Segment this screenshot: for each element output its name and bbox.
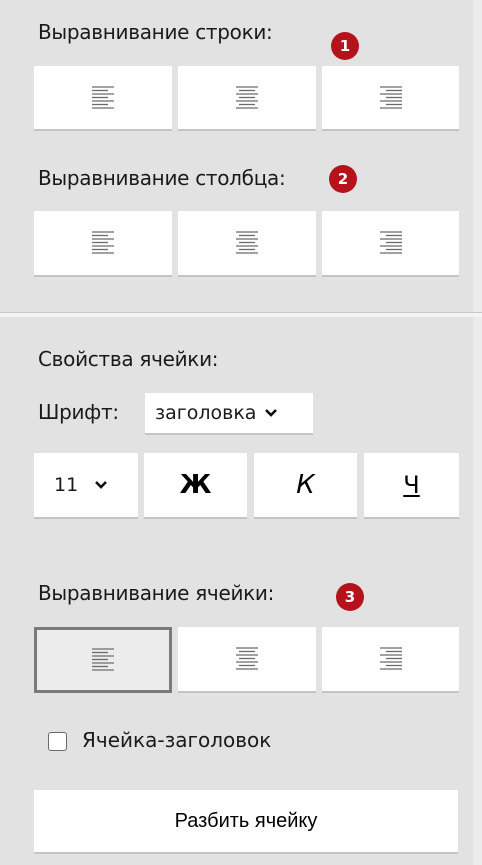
header-cell-checkbox[interactable] bbox=[48, 732, 67, 751]
font-size-select[interactable]: 11 bbox=[34, 453, 138, 519]
row-alignment-badge: 1 bbox=[331, 32, 359, 60]
align-center-icon bbox=[236, 647, 258, 670]
row-align-left-button[interactable] bbox=[34, 66, 172, 131]
column-align-bottom-button[interactable] bbox=[322, 211, 459, 277]
align-right-icon bbox=[379, 647, 402, 670]
font-select[interactable]: заголовка bbox=[145, 393, 313, 435]
align-right-icon bbox=[379, 85, 402, 109]
column-align-top-button[interactable] bbox=[34, 211, 172, 277]
align-center-icon bbox=[236, 85, 258, 109]
align-top-icon bbox=[92, 231, 114, 254]
bold-button[interactable]: Ж bbox=[144, 453, 247, 519]
cell-properties-label: Свойства ячейки: bbox=[38, 347, 219, 371]
cell-alignment-badge: 3 bbox=[336, 583, 364, 611]
cell-align-left-button[interactable] bbox=[34, 627, 172, 693]
split-cell-button[interactable]: Разбить ячейку bbox=[34, 790, 458, 854]
row-alignment-label: Выравнивание строки: bbox=[38, 20, 273, 44]
font-select-value: заголовка bbox=[155, 402, 257, 424]
cell-align-right-button[interactable] bbox=[322, 627, 459, 693]
header-cell-label[interactable]: Ячейка-заголовок bbox=[82, 728, 271, 752]
font-size-value: 11 bbox=[54, 474, 79, 496]
align-left-icon bbox=[92, 648, 114, 671]
column-alignment-label: Выравнивание столбца: bbox=[38, 166, 286, 190]
column-alignment-badge: 2 bbox=[329, 165, 357, 193]
column-align-middle-button[interactable] bbox=[178, 211, 316, 277]
row-align-center-button[interactable] bbox=[178, 66, 316, 131]
align-bottom-icon bbox=[379, 231, 402, 254]
chevron-down-icon bbox=[265, 409, 278, 417]
chevron-down-icon bbox=[95, 481, 108, 489]
font-label: Шрифт: bbox=[38, 400, 119, 424]
align-middle-icon bbox=[236, 231, 258, 254]
row-align-right-button[interactable] bbox=[322, 66, 459, 131]
cell-align-center-button[interactable] bbox=[178, 627, 316, 693]
italic-button[interactable]: К bbox=[254, 453, 357, 519]
underline-button[interactable]: Ч bbox=[364, 453, 459, 519]
table-alignment-section: Выравнивание строки: 1 Выравнивание стол… bbox=[0, 0, 473, 312]
cell-alignment-label: Выравнивание ячейки: bbox=[38, 581, 275, 605]
align-left-icon bbox=[92, 85, 114, 109]
panel-scroll-edge bbox=[473, 0, 482, 865]
cell-properties-section: Свойства ячейки: Шрифт: заголовка 11 Ж К… bbox=[0, 317, 473, 865]
